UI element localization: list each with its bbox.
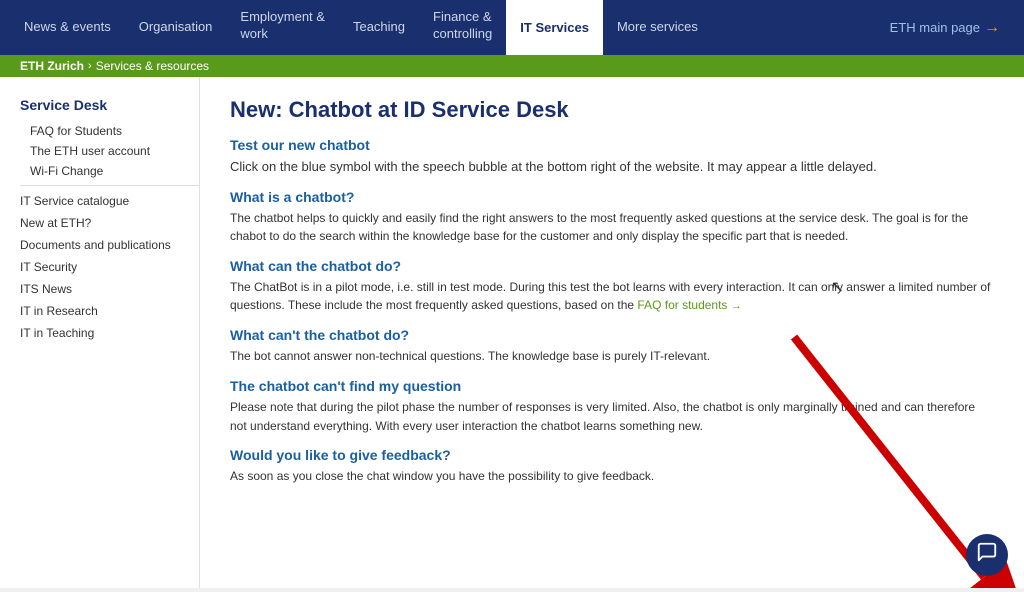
section-what-can-heading: What can the chatbot do? bbox=[230, 258, 994, 274]
section-what-is-heading: What is a chatbot? bbox=[230, 189, 994, 205]
chat-button[interactable] bbox=[966, 534, 1008, 576]
sidebar: Service Desk FAQ for Students The ETH us… bbox=[0, 77, 200, 588]
faq-students-link[interactable]: FAQ for students bbox=[637, 298, 727, 312]
section-what-can-text: The ChatBot is in a pilot mode, i.e. sti… bbox=[230, 278, 994, 316]
eth-main-arrow-icon: → bbox=[984, 19, 1000, 37]
main-container: Service Desk FAQ for Students The ETH us… bbox=[0, 77, 1024, 588]
sidebar-divider bbox=[20, 185, 199, 186]
test-chatbot-text: Click on the blue symbol with the speech… bbox=[230, 157, 994, 177]
breadcrumb-current: Services & resources bbox=[96, 59, 209, 73]
nav-eth-main[interactable]: ETH main page → bbox=[876, 0, 1014, 55]
section-feedback-text: As soon as you close the chat window you… bbox=[230, 467, 994, 486]
section-what-is-text: The chatbot helps to quickly and easily … bbox=[230, 209, 994, 246]
page-title: New: Chatbot at ID Service Desk bbox=[230, 97, 994, 123]
sidebar-item-faq-students[interactable]: FAQ for Students bbox=[20, 121, 199, 141]
breadcrumb: ETH Zurich › Services & resources bbox=[0, 55, 1024, 77]
sidebar-item-wifi-change[interactable]: Wi-Fi Change bbox=[20, 161, 199, 181]
nav-more-services[interactable]: More services bbox=[603, 0, 712, 55]
section-what-cant-text: The bot cannot answer non-technical ques… bbox=[230, 347, 994, 366]
chat-icon bbox=[976, 541, 998, 569]
breadcrumb-separator: › bbox=[88, 60, 92, 72]
main-content: New: Chatbot at ID Service Desk Test our… bbox=[200, 77, 1024, 588]
sidebar-item-it-in-teaching[interactable]: IT in Teaching bbox=[20, 322, 199, 344]
nav-teaching[interactable]: Teaching bbox=[339, 0, 419, 55]
sidebar-item-new-at-eth[interactable]: New at ETH? bbox=[20, 212, 199, 234]
section-cant-find-text: Please note that during the pilot phase … bbox=[230, 398, 994, 435]
sidebar-item-its-news[interactable]: ITS News bbox=[20, 278, 199, 300]
nav-it-services[interactable]: IT Services bbox=[506, 0, 603, 55]
sidebar-item-it-service-catalogue[interactable]: IT Service catalogue bbox=[20, 190, 199, 212]
sidebar-item-it-security[interactable]: IT Security bbox=[20, 256, 199, 278]
section-feedback-heading: Would you like to give feedback? bbox=[230, 447, 994, 463]
test-chatbot-heading: Test our new chatbot bbox=[230, 137, 994, 153]
nav-organisation[interactable]: Organisation bbox=[125, 0, 227, 55]
nav-news-events[interactable]: News & events bbox=[10, 0, 125, 55]
section-cant-find-heading: The chatbot can't find my question bbox=[230, 378, 994, 394]
sidebar-title[interactable]: Service Desk bbox=[20, 97, 199, 113]
section-what-cant-heading: What can't the chatbot do? bbox=[230, 327, 994, 343]
sidebar-item-documents-publications[interactable]: Documents and publications bbox=[20, 234, 199, 256]
nav-finance-controlling[interactable]: Finance & controlling bbox=[419, 0, 506, 55]
faq-arrow-icon: → bbox=[731, 300, 742, 312]
sidebar-item-it-in-research[interactable]: IT in Research bbox=[20, 300, 199, 322]
top-nav: News & events Organisation Employment & … bbox=[0, 0, 1024, 55]
breadcrumb-root[interactable]: ETH Zurich bbox=[20, 59, 84, 73]
nav-employment-work[interactable]: Employment & work bbox=[226, 0, 339, 55]
sidebar-item-eth-user-account[interactable]: The ETH user account bbox=[20, 141, 199, 161]
